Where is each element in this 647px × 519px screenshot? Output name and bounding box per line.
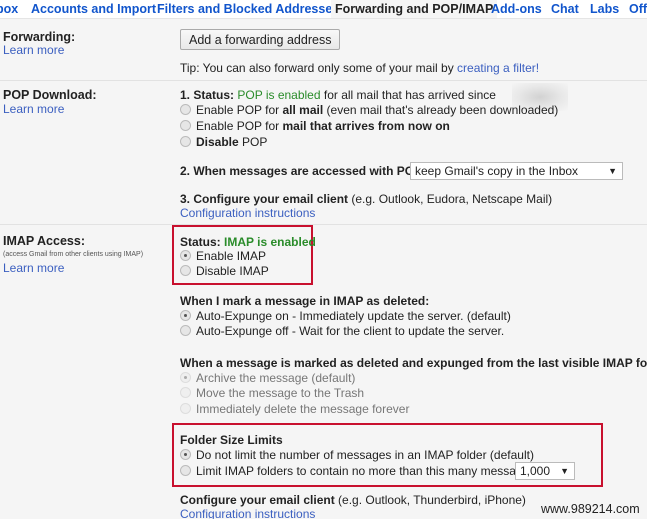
tab-inbox[interactable]: box bbox=[0, 2, 18, 16]
watermark: www.989214.com bbox=[541, 502, 640, 516]
radio-icon[interactable] bbox=[180, 120, 191, 131]
disable-imap-option[interactable]: Disable IMAP bbox=[180, 264, 269, 278]
option-text: Limit IMAP folders to contain no more th… bbox=[196, 464, 536, 478]
folder-size-heading: Folder Size Limits bbox=[180, 433, 283, 447]
pop-status: 1. Status: POP is enabled for all mail t… bbox=[180, 88, 496, 102]
pop-download-label: POP Download: bbox=[3, 88, 97, 102]
pop-configure-label: 3. Configure your email client bbox=[180, 192, 349, 206]
imap-access-label: IMAP Access: bbox=[3, 234, 85, 248]
forwarding-tip: Tip: You can also forward only some of y… bbox=[180, 61, 539, 75]
delete-forever-option[interactable]: Immediately delete the message forever bbox=[180, 402, 409, 416]
enable-imap-option[interactable]: Enable IMAP bbox=[180, 249, 266, 263]
pop-status-label: 1. Status: bbox=[180, 88, 238, 102]
imap-configure-label: Configure your email client bbox=[180, 493, 335, 507]
pop-access-label: 2. When messages are accessed with POP bbox=[180, 164, 423, 178]
imap-status-label: Status: bbox=[180, 235, 225, 249]
pop-option-from-now-on[interactable]: Enable POP for mail that arrives from no… bbox=[180, 119, 450, 133]
auto-expunge-off-option[interactable]: Auto-Expunge off - Wait for the client t… bbox=[180, 324, 504, 338]
pop-access-select[interactable]: keep Gmail's copy in the Inbox ▼ bbox=[410, 162, 623, 180]
radio-icon[interactable] bbox=[180, 104, 191, 115]
option-bold-text: all mail bbox=[282, 103, 324, 117]
pop-configure: 3. Configure your email client (e.g. Out… bbox=[180, 192, 552, 206]
radio-icon[interactable] bbox=[180, 310, 191, 321]
section-divider bbox=[0, 80, 647, 81]
dropdown-arrow-icon: ▼ bbox=[608, 166, 617, 176]
option-text: POP bbox=[238, 135, 268, 149]
pop-configure-example: (e.g. Outlook, Eudora, Netscape Mail) bbox=[348, 192, 553, 206]
pop-status-suffix: for all mail that has arrived since bbox=[320, 88, 496, 102]
pop-status-value: POP is enabled bbox=[237, 88, 321, 102]
option-bold-text: Disable bbox=[196, 135, 239, 149]
option-text: (even mail that's already been downloade… bbox=[323, 103, 559, 117]
tab-labs[interactable]: Labs bbox=[590, 2, 619, 16]
tab-accounts-and-import[interactable]: Accounts and Import bbox=[31, 2, 156, 16]
limit-folder-option[interactable]: Limit IMAP folders to contain no more th… bbox=[180, 464, 535, 478]
forwarding-label: Forwarding: bbox=[3, 30, 76, 44]
option-text: Auto-Expunge off - Wait for the client t… bbox=[196, 324, 505, 338]
settings-tabs: box Accounts and Import Filters and Bloc… bbox=[0, 0, 647, 19]
option-bold-text: mail that arrives from now on bbox=[282, 119, 450, 133]
pop-option-disable[interactable]: Disable POP bbox=[180, 135, 267, 149]
tab-forwarding-and-pop-imap[interactable]: Forwarding and POP/IMAP bbox=[331, 0, 498, 18]
move-to-trash-option[interactable]: Move the message to the Trash bbox=[180, 386, 364, 400]
archive-message-option[interactable]: Archive the message (default) bbox=[180, 371, 355, 385]
auto-expunge-on-option[interactable]: Auto-Expunge on - Immediately update the… bbox=[180, 309, 511, 323]
option-text: Auto-Expunge on - Immediately update the… bbox=[196, 309, 511, 323]
radio-icon[interactable] bbox=[180, 403, 191, 414]
forwarding-learn-more-link[interactable]: Learn more bbox=[3, 43, 64, 57]
creating-a-filter-link[interactable]: creating a filter! bbox=[457, 61, 539, 75]
tab-chat[interactable]: Chat bbox=[551, 2, 579, 16]
deleted-heading: When I mark a message in IMAP as deleted… bbox=[180, 294, 430, 308]
imap-configuration-instructions-link[interactable]: Configuration instructions bbox=[180, 507, 315, 519]
imap-configure: Configure your email client (e.g. Outloo… bbox=[180, 493, 526, 507]
pop-configuration-instructions-link[interactable]: Configuration instructions bbox=[180, 206, 315, 220]
imap-access-sublabel: (access Gmail from other clients using I… bbox=[3, 251, 144, 258]
radio-icon[interactable] bbox=[180, 449, 191, 460]
expunged-heading: When a message is marked as deleted and … bbox=[180, 356, 647, 370]
option-text: Immediately delete the message forever bbox=[196, 402, 410, 416]
option-text: Move the message to the Trash bbox=[196, 386, 365, 400]
pop-option-all-mail[interactable]: Enable POP for all mail (even mail that'… bbox=[180, 103, 558, 117]
tab-offline[interactable]: Off bbox=[629, 2, 647, 16]
radio-icon[interactable] bbox=[180, 265, 191, 276]
option-text: Archive the message (default) bbox=[196, 371, 356, 385]
option-text: Disable IMAP bbox=[196, 264, 269, 278]
tab-filters-and-blocked-addresses[interactable]: Filters and Blocked Addresses bbox=[157, 2, 339, 16]
imap-learn-more-link[interactable]: Learn more bbox=[3, 261, 64, 275]
folder-limit-select[interactable]: 1,000 ▼ bbox=[515, 462, 575, 480]
pop-access-select-value: keep Gmail's copy in the Inbox bbox=[415, 164, 579, 178]
radio-icon[interactable] bbox=[180, 465, 191, 476]
pop-learn-more-link[interactable]: Learn more bbox=[3, 102, 64, 116]
no-folder-limit-option[interactable]: Do not limit the number of messages in a… bbox=[180, 448, 534, 462]
add-forwarding-address-button[interactable]: Add a forwarding address bbox=[180, 29, 341, 50]
radio-icon[interactable] bbox=[180, 387, 191, 398]
imap-configure-example: (e.g. Outlook, Thunderbird, iPhone) bbox=[334, 493, 526, 507]
option-text: Enable POP for bbox=[196, 103, 283, 117]
section-divider bbox=[0, 224, 647, 225]
radio-icon[interactable] bbox=[180, 136, 191, 147]
option-text: Enable IMAP bbox=[196, 249, 267, 263]
folder-limit-select-value: 1,000 bbox=[520, 464, 551, 478]
option-text: Do not limit the number of messages in a… bbox=[196, 448, 534, 462]
dropdown-arrow-icon: ▼ bbox=[560, 466, 569, 476]
radio-icon[interactable] bbox=[180, 325, 191, 336]
tip-text: Tip: You can also forward only some of y… bbox=[180, 61, 458, 75]
radio-icon[interactable] bbox=[180, 372, 191, 383]
option-text: Enable POP for bbox=[196, 119, 283, 133]
imap-status-value: IMAP is enabled bbox=[224, 235, 316, 249]
radio-icon[interactable] bbox=[180, 250, 191, 261]
imap-status: Status: IMAP is enabled bbox=[180, 235, 316, 249]
tab-add-ons[interactable]: Add-ons bbox=[491, 2, 542, 16]
